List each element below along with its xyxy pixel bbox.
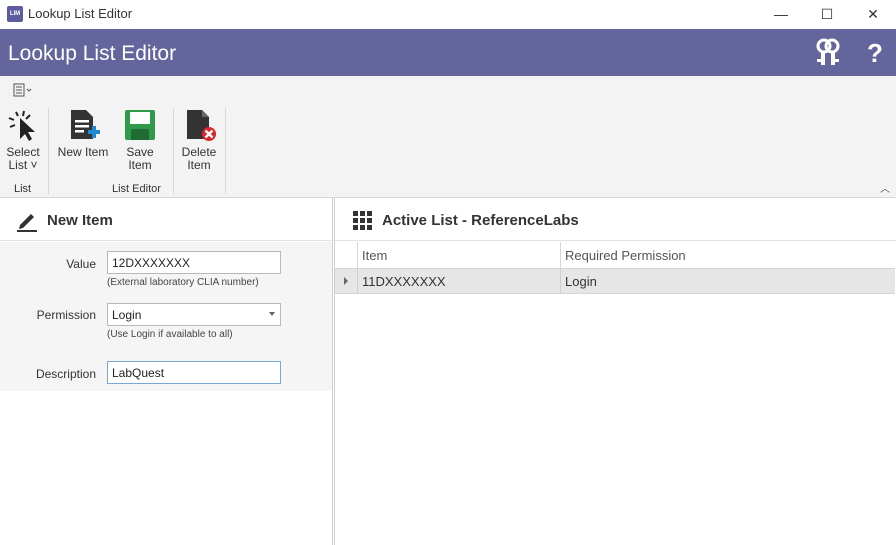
active-list-header: Active List - ReferenceLabs [335, 198, 896, 241]
app-header: Lookup List Editor ? [0, 29, 896, 76]
value-input[interactable]: 12DXXXXXXX [107, 251, 281, 274]
dropdown-caret-icon [269, 312, 275, 316]
ribbon: Select List ˅ New Item Save Item Delete … [0, 76, 896, 198]
description-label: Description [35, 367, 96, 381]
help-icon[interactable]: ? [860, 37, 890, 69]
new-item-label: New Item [57, 145, 109, 159]
new-item-header: New Item [0, 198, 332, 241]
cursor-click-icon [8, 110, 35, 141]
select-list-label: Select List [6, 145, 40, 172]
grid-header: Item Required Permission [335, 242, 895, 269]
window-titlebar: LIM Lookup List Editor — ☐ ✕ [0, 0, 896, 29]
value-hint: (External laboratory CLIA number) [107, 277, 259, 288]
panel-title: New Item [47, 212, 113, 229]
column-header-item[interactable]: Item [357, 242, 560, 269]
save-item-label: Save Item [126, 145, 154, 172]
ribbon-group-separator [225, 108, 226, 194]
new-document-icon [71, 110, 100, 139]
permission-hint: (Use Login if available to all) [107, 329, 233, 340]
delete-item-label: Delete Item [181, 145, 217, 172]
table-row[interactable]: 11DXXXXXXX Login [335, 269, 895, 294]
ribbon-group-separator [48, 108, 49, 194]
description-input[interactable]: LabQuest [107, 361, 281, 384]
delete-item-button[interactable]: Delete Item [176, 108, 222, 172]
grid-icon [353, 211, 373, 231]
permission-label: Permission [36, 308, 96, 322]
pencil-icon [15, 208, 39, 232]
new-item-button[interactable]: New Item [55, 108, 111, 159]
window-title: Lookup List Editor [28, 6, 133, 21]
save-disk-icon [125, 110, 155, 140]
permission-value: Login [112, 308, 142, 322]
column-header-permission[interactable]: Required Permission [560, 242, 895, 269]
new-item-panel: New Item Value 12DXXXXXXX (External labo… [0, 198, 333, 545]
keys-icon[interactable] [813, 37, 843, 69]
close-button[interactable]: ✕ [850, 0, 896, 29]
item-form: Value 12DXXXXXXX (External laboratory CL… [0, 242, 332, 391]
ribbon-group-editor-label: List Editor [112, 183, 161, 195]
maximize-button[interactable]: ☐ [804, 0, 850, 29]
row-indicator-icon [344, 277, 348, 285]
ribbon-collapse-icon[interactable]: ︿ [880, 180, 890, 195]
app-icon: LIM [7, 6, 23, 22]
ribbon-group-list-label: List [14, 183, 32, 195]
cell-permission[interactable]: Login [560, 269, 895, 294]
quick-access-menu-icon[interactable] [12, 82, 36, 98]
minimize-button[interactable]: — [758, 0, 804, 29]
permission-select[interactable]: Login [107, 303, 281, 326]
delete-document-icon [187, 110, 216, 141]
active-list-panel: Active List - ReferenceLabs Item Require… [334, 198, 896, 545]
items-grid: Item Required Permission 11DXXXXXXX Logi… [335, 242, 895, 294]
active-list-title: Active List - ReferenceLabs [382, 212, 579, 229]
ribbon-group-separator [173, 108, 174, 194]
save-item-button[interactable]: Save Item [113, 108, 167, 172]
header-title: Lookup List Editor [8, 42, 177, 65]
value-label: Value [66, 257, 96, 271]
cell-item[interactable]: 11DXXXXXXX [357, 269, 560, 294]
select-list-button[interactable]: Select List ˅ [3, 108, 43, 172]
